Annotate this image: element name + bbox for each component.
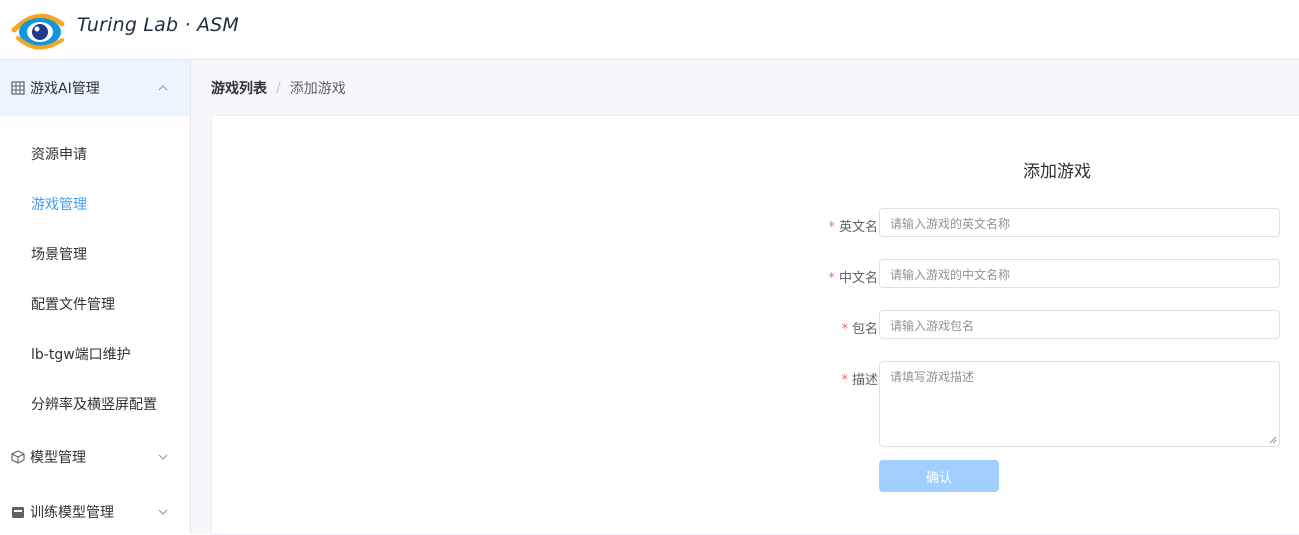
resize-handle-icon[interactable] <box>1269 436 1277 444</box>
package-name-input[interactable]: 请输入游戏包名 <box>879 310 1280 339</box>
breadcrumb-separator: / <box>276 79 281 96</box>
sidebar-item-lb-tgw-port[interactable]: lb-tgw端口维护 <box>0 330 190 380</box>
menu-group-label: 模型管理 <box>30 450 86 466</box>
field-label: * 中文名 <box>828 267 878 286</box>
confirm-button[interactable]: 确认 <box>879 460 999 492</box>
sidebar-item-game-management[interactable]: 游戏管理 <box>0 180 190 230</box>
form-row-english-name: * 英文名 请输入游戏的英文名称 <box>772 208 1299 238</box>
english-name-input[interactable]: 请输入游戏的英文名称 <box>879 208 1280 237</box>
field-label-text: 中文名 <box>838 271 878 286</box>
chevron-down-icon <box>158 454 168 460</box>
main-content: 游戏列表 / 添加游戏 添加游戏 * 英文名 请输入游戏的英文名称 * 中文名 请输… <box>191 60 1299 535</box>
field-label-text: 英文名 <box>838 220 878 235</box>
menu-group-game-ai[interactable]: 游戏AI管理 <box>0 60 190 116</box>
field-label-text: 包名 <box>851 322 878 337</box>
sidebar: 游戏AI管理 资源申请 游戏管理 场景管理 配置文件管理 lb-tgw端口维护 … <box>0 60 191 534</box>
menu-group-label: 训练模型管理 <box>30 505 114 521</box>
field-label: * 包名 <box>841 318 878 337</box>
required-mark: * <box>828 220 835 235</box>
form-row-description: * 描述 请填写游戏描述 <box>772 361 1299 449</box>
breadcrumb-add-game: 添加游戏 <box>289 80 346 97</box>
breadcrumb-game-list[interactable]: 游戏列表 <box>211 78 267 98</box>
grid-icon <box>11 81 25 95</box>
box-icon <box>12 507 24 518</box>
breadcrumb: 游戏列表 / 添加游戏 <box>211 60 346 115</box>
input-placeholder: 请输入游戏包名 <box>890 319 975 333</box>
form-row-package-name: * 包名 请输入游戏包名 <box>772 310 1299 340</box>
field-label: * 描述 <box>841 369 878 388</box>
form-card: 添加游戏 * 英文名 请输入游戏的英文名称 * 中文名 请输入游戏的中文名称 * 包名… <box>211 115 1299 535</box>
sidebar-item-resource-apply[interactable]: 资源申请 <box>0 130 190 180</box>
description-textarea[interactable]: 请填写游戏描述 <box>879 361 1280 447</box>
chinese-name-input[interactable]: 请输入游戏的中文名称 <box>879 259 1280 288</box>
input-placeholder: 请输入游戏的中文名称 <box>890 268 1011 282</box>
field-label-text: 描述 <box>851 373 878 388</box>
form-title: 添加游戏 <box>1023 162 1091 182</box>
submenu-game-ai: 资源申请 游戏管理 场景管理 配置文件管理 lb-tgw端口维护 分辨率及横竖屏… <box>0 116 190 430</box>
field-label: * 英文名 <box>828 216 878 235</box>
sidebar-item-resolution-config[interactable]: 分辨率及横竖屏配置 <box>0 380 190 430</box>
menu-group-model-management[interactable]: 模型管理 <box>0 430 190 484</box>
required-mark: * <box>841 373 848 388</box>
required-mark: * <box>828 271 835 286</box>
required-mark: * <box>841 322 848 337</box>
sidebar-item-config-file-management[interactable]: 配置文件管理 <box>0 280 190 330</box>
menu-group-label: 游戏AI管理 <box>30 81 100 97</box>
eye-logo-icon <box>11 13 65 50</box>
brand-title: Turing Lab · ASM <box>77 14 240 36</box>
chevron-up-icon <box>158 85 168 91</box>
form-row-chinese-name: * 中文名 请输入游戏的中文名称 <box>772 259 1299 289</box>
input-placeholder: 请输入游戏的英文名称 <box>890 217 1011 231</box>
top-header: Turing Lab · ASM <box>0 0 1299 60</box>
input-placeholder: 请填写游戏描述 <box>890 370 975 384</box>
sidebar-item-scene-management[interactable]: 场景管理 <box>0 230 190 280</box>
chevron-down-icon <box>158 509 168 515</box>
menu-group-training-model-management[interactable]: 训练模型管理 <box>0 484 190 534</box>
cube-icon <box>11 450 25 464</box>
